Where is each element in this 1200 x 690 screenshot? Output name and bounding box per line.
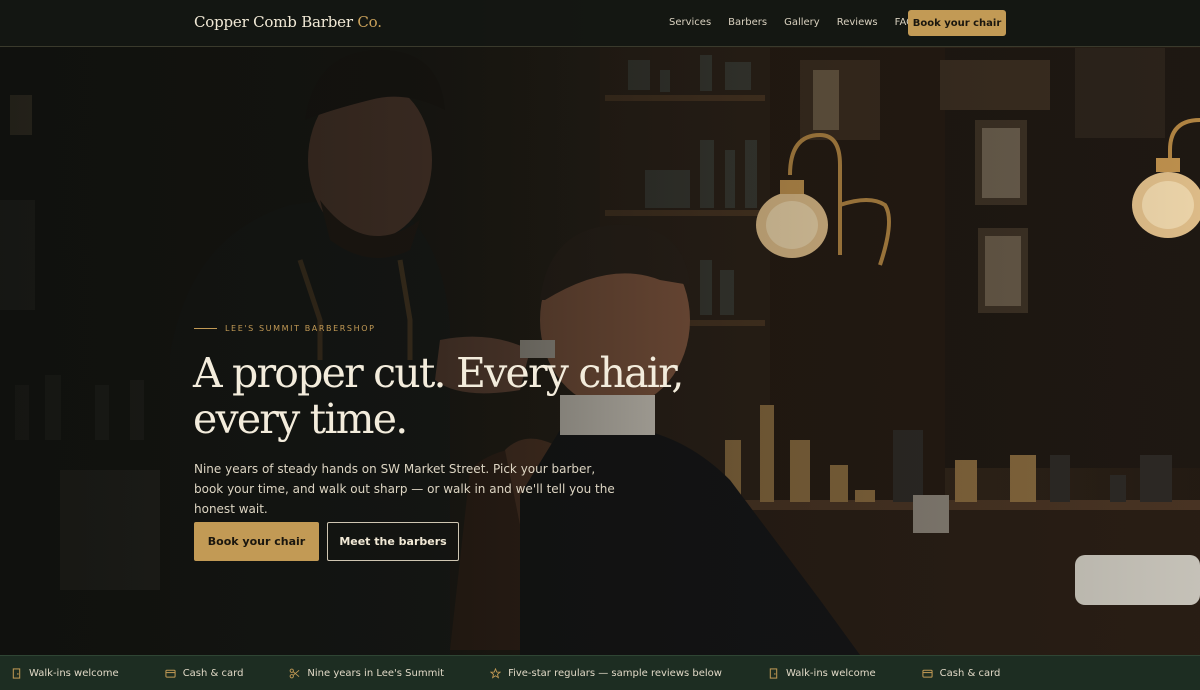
door-icon	[769, 668, 778, 679]
ticker-item: Walk-ins welcome	[768, 668, 876, 679]
hero-subtext: Nine years of steady hands on SW Market …	[194, 462, 615, 516]
star-icon	[490, 668, 502, 679]
brand-logo[interactable]: Copper Comb Barber Co.	[194, 13, 382, 31]
hero-overlay	[0, 0, 1200, 655]
hero-background-image	[0, 0, 1200, 655]
ticker-item: Cash & card	[922, 668, 1001, 679]
hero-eyebrow: Lee's Summit Barbershop	[194, 324, 376, 333]
ticker-text: Walk-ins welcome	[29, 668, 119, 679]
nav-links: Services Barbers Gallery Reviews FAQ	[669, 17, 931, 28]
brand-suffix: Co.	[357, 13, 382, 31]
card-icon	[165, 669, 176, 678]
top-navigation: Copper Comb Barber Co. Services Barbers …	[0, 0, 1200, 47]
nav-link-barbers[interactable]: Barbers	[728, 17, 767, 28]
card-icon	[922, 669, 933, 678]
ticker-text: Nine years in Lee's Summit	[307, 668, 445, 679]
eyebrow-text: Lee's Summit Barbershop	[225, 324, 376, 333]
nav-link-services[interactable]: Services	[669, 17, 711, 28]
ticker-text: Walk-ins welcome	[785, 668, 876, 679]
nav-link-reviews[interactable]: Reviews	[837, 17, 878, 28]
ticker-text: Cash & card	[182, 668, 244, 679]
ticker-item: Five-star regulars — sample reviews belo…	[490, 668, 722, 679]
door-icon	[12, 668, 21, 679]
ticker-track: Walk-ins welcome Cash & card Nine years …	[11, 656, 1046, 690]
ticker-item: Nine years in Lee's Summit	[289, 668, 444, 679]
info-ticker: Walk-ins welcome Cash & card Nine years …	[0, 655, 1200, 690]
book-chair-button[interactable]: Book your chair	[194, 522, 319, 561]
brand-name: Copper Comb Barber	[194, 13, 353, 31]
hero-headline: A proper cut. Every chair, every time.	[193, 350, 753, 442]
meet-barbers-button[interactable]: Meet the barbers	[327, 522, 459, 561]
nav-book-button[interactable]: Book your chair	[908, 10, 1006, 36]
scissors-icon	[290, 668, 300, 679]
ticker-text: Cash & card	[939, 668, 1001, 679]
headline-line-2: every time.	[193, 395, 408, 443]
headline-line-1: A proper cut. Every chair,	[193, 349, 684, 397]
ticker-item: Walk-ins welcome	[11, 668, 119, 679]
nav-link-gallery[interactable]: Gallery	[784, 17, 820, 28]
eyebrow-rule	[194, 328, 217, 329]
ticker-text: Five-star regulars — sample reviews belo…	[508, 668, 722, 679]
ticker-item: Cash & card	[165, 668, 244, 679]
